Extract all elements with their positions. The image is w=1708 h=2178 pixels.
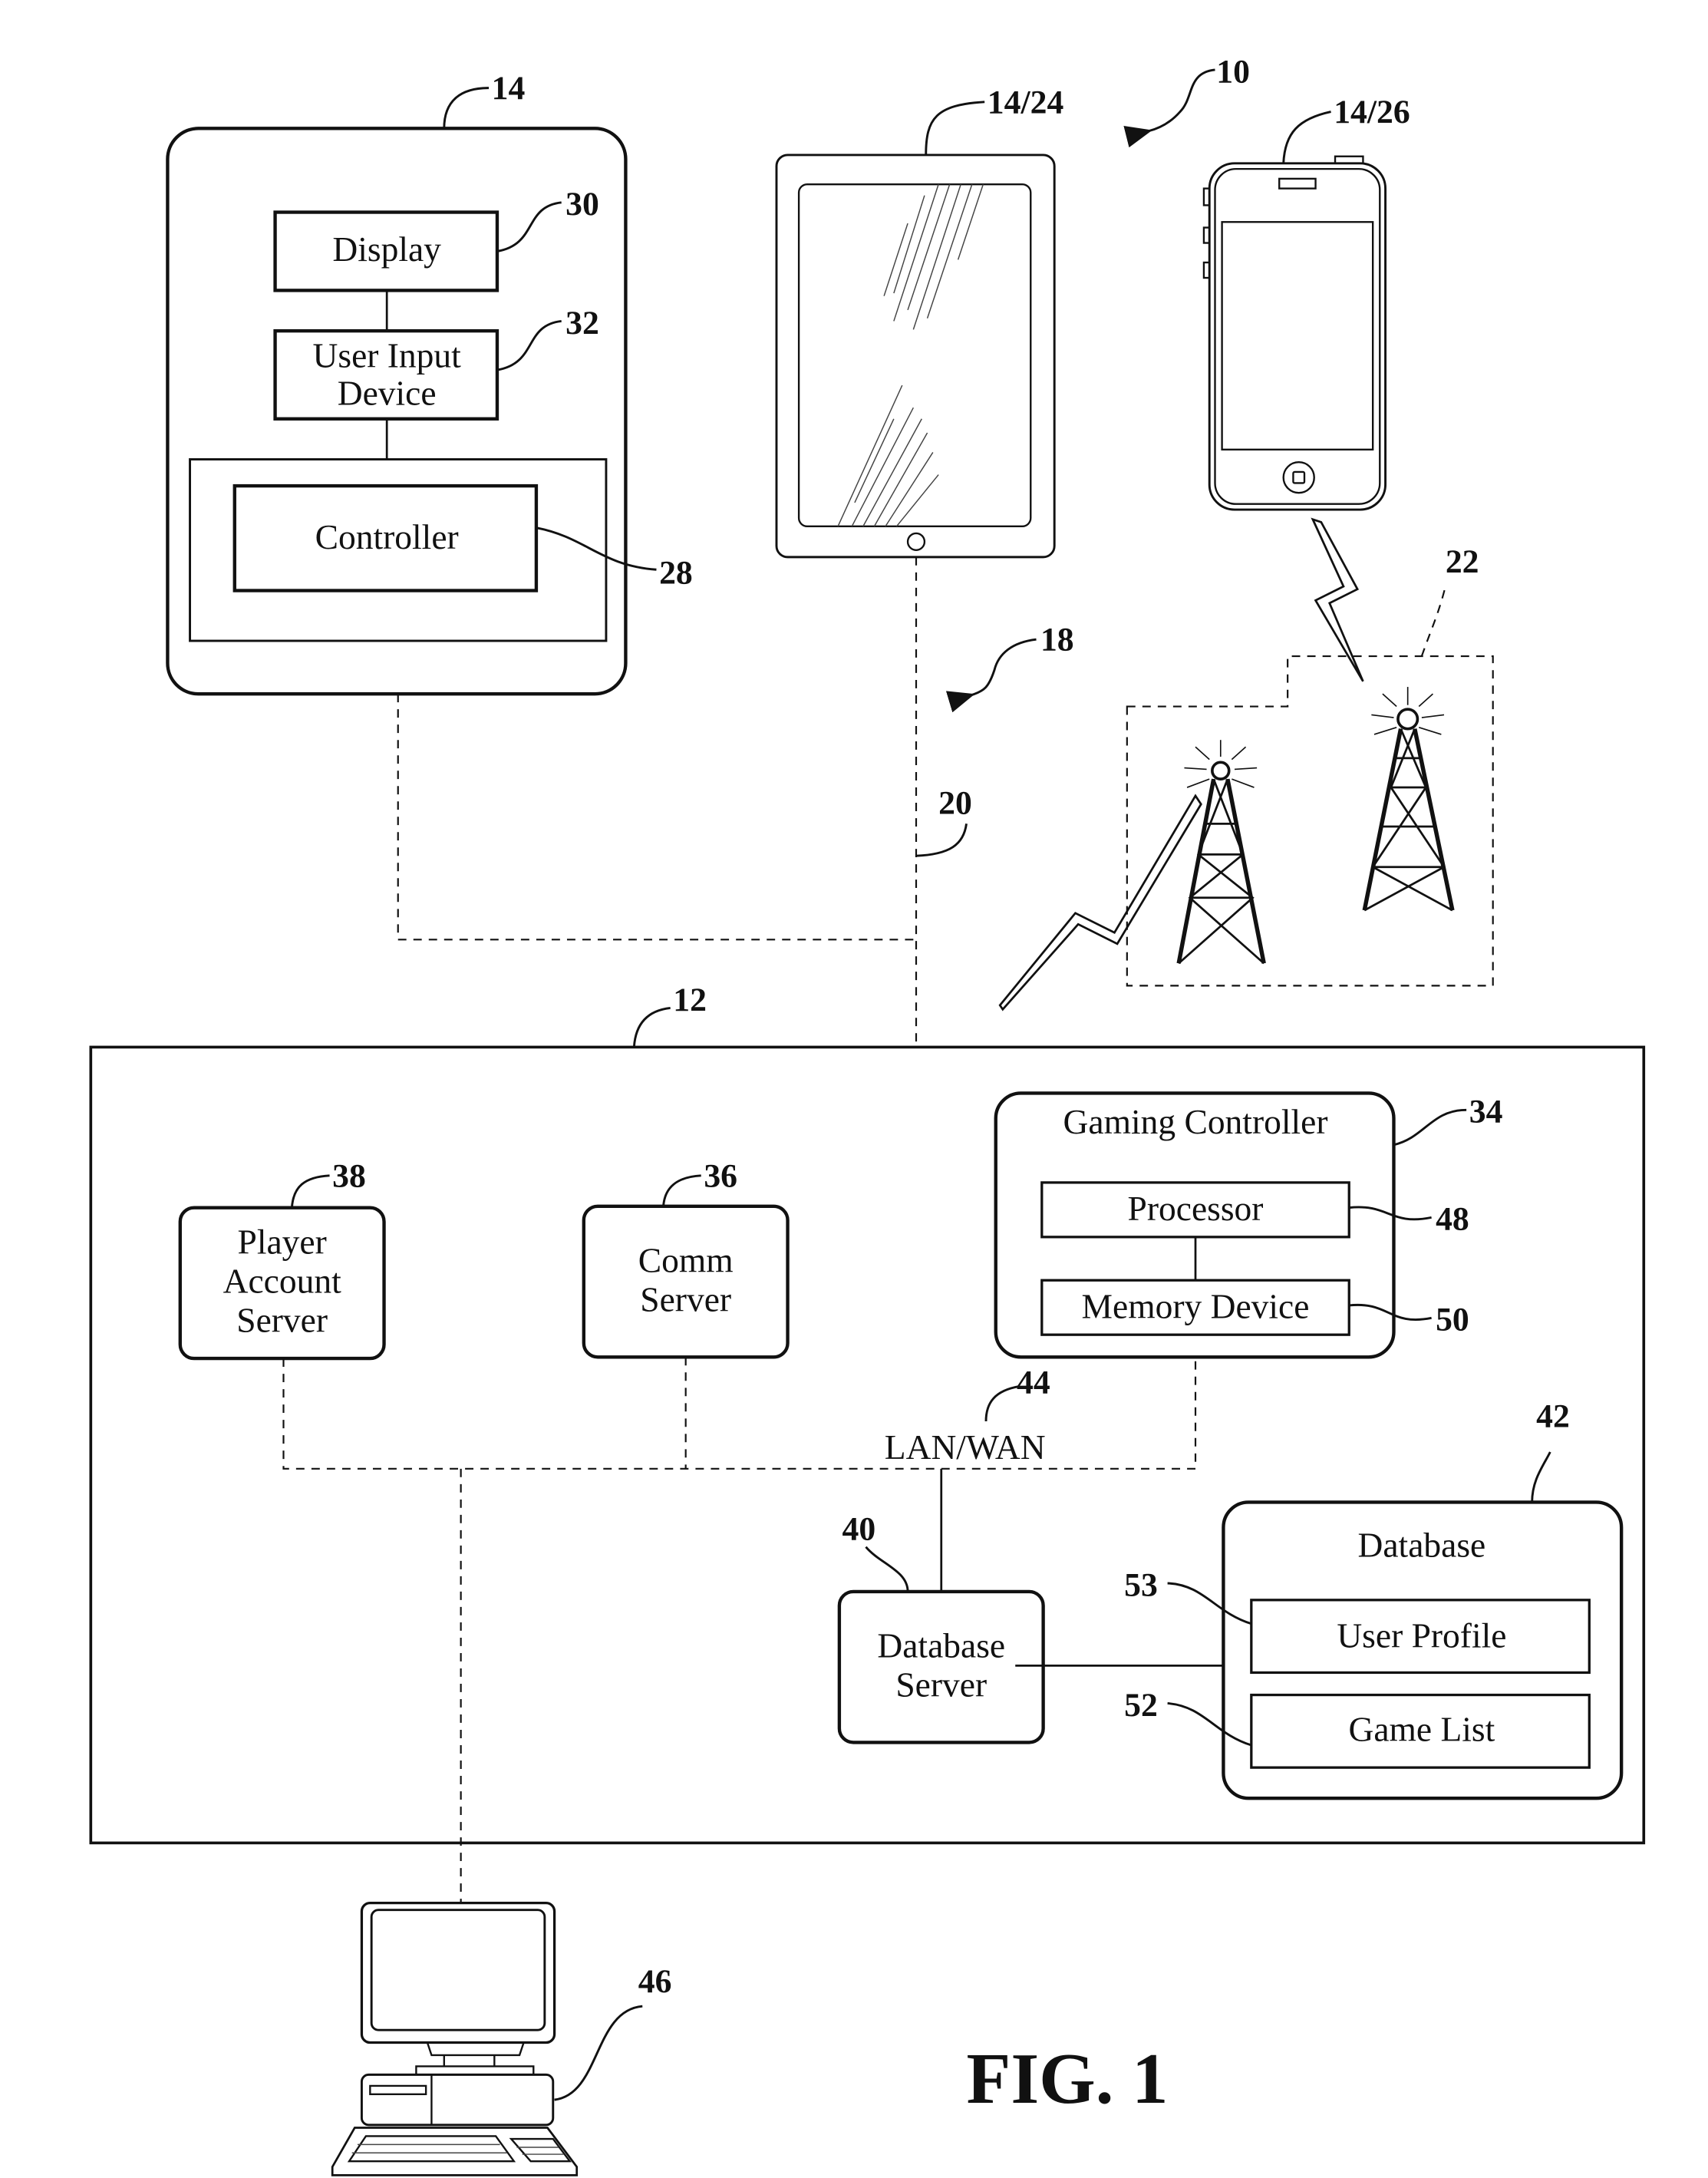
- network-link-device: [397, 694, 916, 941]
- user-profile-label: User Profile: [1337, 1616, 1506, 1655]
- cellular-network: 22: [1126, 543, 1494, 987]
- network-ref-18: 18: [945, 622, 1074, 713]
- user-input-label-line2: Device: [338, 374, 437, 413]
- desktop-computer-icon: 46: [331, 1901, 672, 2176]
- patent-figure: 14 Display 30 User Input Device 32 Contr…: [89, 53, 1646, 2176]
- arrow-18: [945, 638, 1037, 713]
- ref-40: 40: [842, 1511, 876, 1548]
- processor-label: Processor: [1128, 1189, 1264, 1228]
- tablet-body: [775, 153, 1056, 559]
- wireless-signal-icon: [998, 794, 1202, 1011]
- controller-label: Controller: [315, 517, 459, 556]
- ref-30: 30: [565, 186, 599, 223]
- leader-46: [554, 2005, 643, 2101]
- ref-36: 36: [704, 1157, 737, 1194]
- ref-28: 28: [659, 554, 693, 591]
- ref-14: 14: [492, 70, 526, 107]
- leader-20: [915, 823, 968, 857]
- game-list-label: Game List: [1348, 1710, 1495, 1749]
- leader-14: [443, 87, 490, 129]
- system-ref-10: 10: [1123, 53, 1250, 148]
- comm-server-label-2: Server: [640, 1279, 731, 1318]
- leader-12: [632, 1007, 671, 1048]
- ref-52: 52: [1124, 1687, 1158, 1724]
- ref-10: 10: [1216, 53, 1250, 90]
- arrow-10: [1123, 68, 1215, 148]
- ref-46: 46: [638, 1963, 672, 2000]
- user-device-14: 14 Display 30 User Input Device 32 Contr…: [166, 70, 693, 696]
- ref-14-24: 14/24: [988, 84, 1064, 120]
- ref-18: 18: [1040, 622, 1074, 658]
- player-account-server-label-3: Server: [236, 1301, 328, 1340]
- database-title: Database: [1358, 1525, 1486, 1564]
- server-system-12: 12 Player Account Server 38 Comm Server …: [89, 982, 1646, 1845]
- side-button: [1202, 187, 1211, 206]
- ref-20: 20: [938, 785, 972, 822]
- ref-12: 12: [673, 982, 707, 1018]
- display-label: Display: [332, 229, 441, 269]
- leader-14-26: [1282, 111, 1331, 163]
- database-server-label-1: Database: [877, 1625, 1005, 1665]
- ref-50: 50: [1436, 1302, 1469, 1338]
- lan-wan-label: LAN/WAN: [885, 1427, 1046, 1467]
- user-input-label-line1: User Input: [313, 335, 462, 375]
- ref-53: 53: [1124, 1566, 1158, 1603]
- tablet-device: 14/24: [775, 84, 1064, 559]
- ref-42: 42: [1536, 1398, 1570, 1434]
- ref-38: 38: [332, 1157, 366, 1194]
- phone-body: [1208, 162, 1387, 511]
- player-account-server-label-1: Player: [238, 1223, 327, 1262]
- leader-14-24: [925, 101, 985, 155]
- ref-44: 44: [1017, 1365, 1050, 1401]
- ref-34: 34: [1469, 1094, 1503, 1130]
- gaming-controller-title: Gaming Controller: [1063, 1102, 1328, 1141]
- ref-48: 48: [1436, 1201, 1469, 1238]
- side-button: [1202, 226, 1211, 244]
- cell-tower-icon: [1362, 687, 1455, 912]
- smartphone-device: 14/26: [1202, 94, 1410, 511]
- leader-22: [1420, 586, 1446, 657]
- ref-22: 22: [1446, 543, 1479, 580]
- comm-server-label-1: Comm: [638, 1240, 734, 1279]
- side-button: [1202, 261, 1211, 279]
- database-server-label-2: Server: [895, 1665, 987, 1704]
- figure-title: FIG. 1: [967, 2039, 1169, 2119]
- ref-14-26: 14/26: [1334, 94, 1410, 130]
- ref-32: 32: [565, 305, 599, 342]
- player-account-server-label-2: Account: [223, 1262, 341, 1301]
- memory-device-label: Memory Device: [1082, 1286, 1310, 1325]
- cell-tower-icon: [1176, 740, 1266, 965]
